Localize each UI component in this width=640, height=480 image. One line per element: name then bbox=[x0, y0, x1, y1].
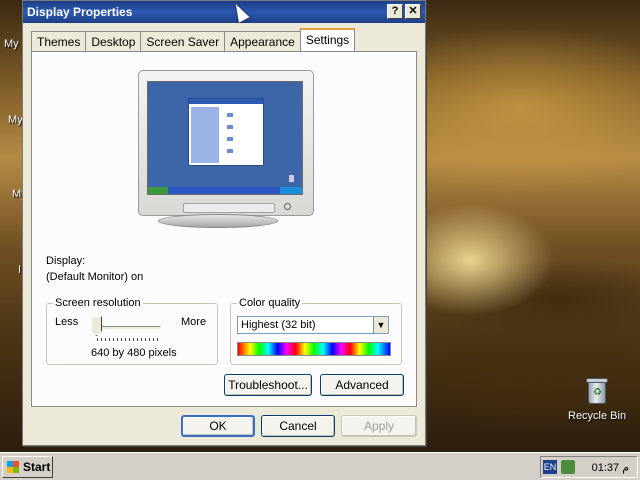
recycle-bin-label: Recycle Bin bbox=[568, 410, 627, 422]
mouse-cursor-icon bbox=[230, 1, 250, 23]
desktop-icon-label[interactable]: My bbox=[4, 38, 19, 50]
advanced-button[interactable]: Advanced bbox=[320, 374, 404, 396]
resolution-slider-thumb[interactable] bbox=[91, 316, 102, 336]
settings-panel: Display: (Default Monitor) on Screen res… bbox=[31, 51, 417, 407]
monitor-stand bbox=[158, 214, 278, 228]
network-tray-icon[interactable] bbox=[561, 460, 575, 474]
slider-ticks bbox=[97, 338, 161, 341]
troubleshoot-button[interactable]: Troubleshoot... bbox=[224, 374, 312, 396]
less-label: Less bbox=[55, 316, 79, 328]
help-button[interactable]: ? bbox=[387, 4, 403, 19]
system-tray: EN 01:37 م bbox=[540, 456, 638, 478]
monitor-chin bbox=[183, 203, 275, 213]
monitor-preview bbox=[138, 70, 314, 216]
desktop-icon-label[interactable]: I bbox=[18, 264, 21, 276]
ok-button[interactable]: OK bbox=[181, 415, 255, 437]
apply-button[interactable]: Apply bbox=[341, 415, 417, 437]
tab-settings[interactable]: Settings bbox=[299, 28, 356, 51]
color-spectrum-bar bbox=[237, 342, 391, 356]
screen-resolution-legend: Screen resolution bbox=[53, 297, 143, 309]
tab-themes[interactable]: Themes bbox=[31, 31, 87, 51]
chevron-down-icon[interactable]: ▼ bbox=[373, 317, 388, 333]
language-indicator[interactable]: EN bbox=[543, 460, 557, 474]
tab-screen-saver[interactable]: Screen Saver bbox=[140, 31, 226, 51]
recycle-bin[interactable]: ♻ Recycle Bin bbox=[568, 376, 626, 422]
taskbar: Start EN 01:37 م bbox=[0, 452, 640, 480]
tab-appearance[interactable]: Appearance bbox=[224, 31, 301, 51]
title-bar[interactable]: Display Properties ? ✕ bbox=[23, 1, 425, 23]
window-title: Display Properties bbox=[27, 5, 133, 19]
tab-desktop[interactable]: Desktop bbox=[85, 31, 142, 51]
color-quality-select[interactable]: Highest (32 bit) ▼ bbox=[237, 316, 389, 334]
display-properties-dialog: Display Properties ? ✕ Themes Desktop Sc… bbox=[22, 0, 426, 446]
color-quality-value: Highest (32 bit) bbox=[241, 319, 316, 331]
more-label: More bbox=[181, 316, 207, 328]
start-label: Start bbox=[23, 460, 51, 474]
screen-resolution-group: Screen resolution Less More 640 by 480 p… bbox=[46, 297, 218, 365]
display-label: Display: bbox=[46, 255, 86, 267]
color-quality-group: Color quality Highest (32 bit) ▼ bbox=[230, 297, 402, 365]
desktop-icon-label[interactable]: My bbox=[8, 114, 23, 126]
cancel-button[interactable]: Cancel bbox=[261, 415, 335, 437]
windows-logo-icon bbox=[7, 461, 19, 473]
resolution-value: 640 by 480 pixels bbox=[91, 347, 177, 359]
recycle-bin-icon: ♻ bbox=[584, 376, 610, 406]
start-button[interactable]: Start bbox=[2, 456, 53, 478]
clock[interactable]: 01:37 م bbox=[592, 461, 629, 474]
display-value: (Default Monitor) on bbox=[46, 271, 144, 283]
resolution-slider-track[interactable] bbox=[97, 326, 161, 330]
monitor-screen bbox=[147, 81, 303, 195]
color-quality-legend: Color quality bbox=[237, 297, 303, 309]
tab-strip: Themes Desktop Screen Saver Appearance S… bbox=[31, 28, 356, 51]
power-button-icon bbox=[284, 203, 291, 210]
close-button[interactable]: ✕ bbox=[405, 4, 421, 19]
